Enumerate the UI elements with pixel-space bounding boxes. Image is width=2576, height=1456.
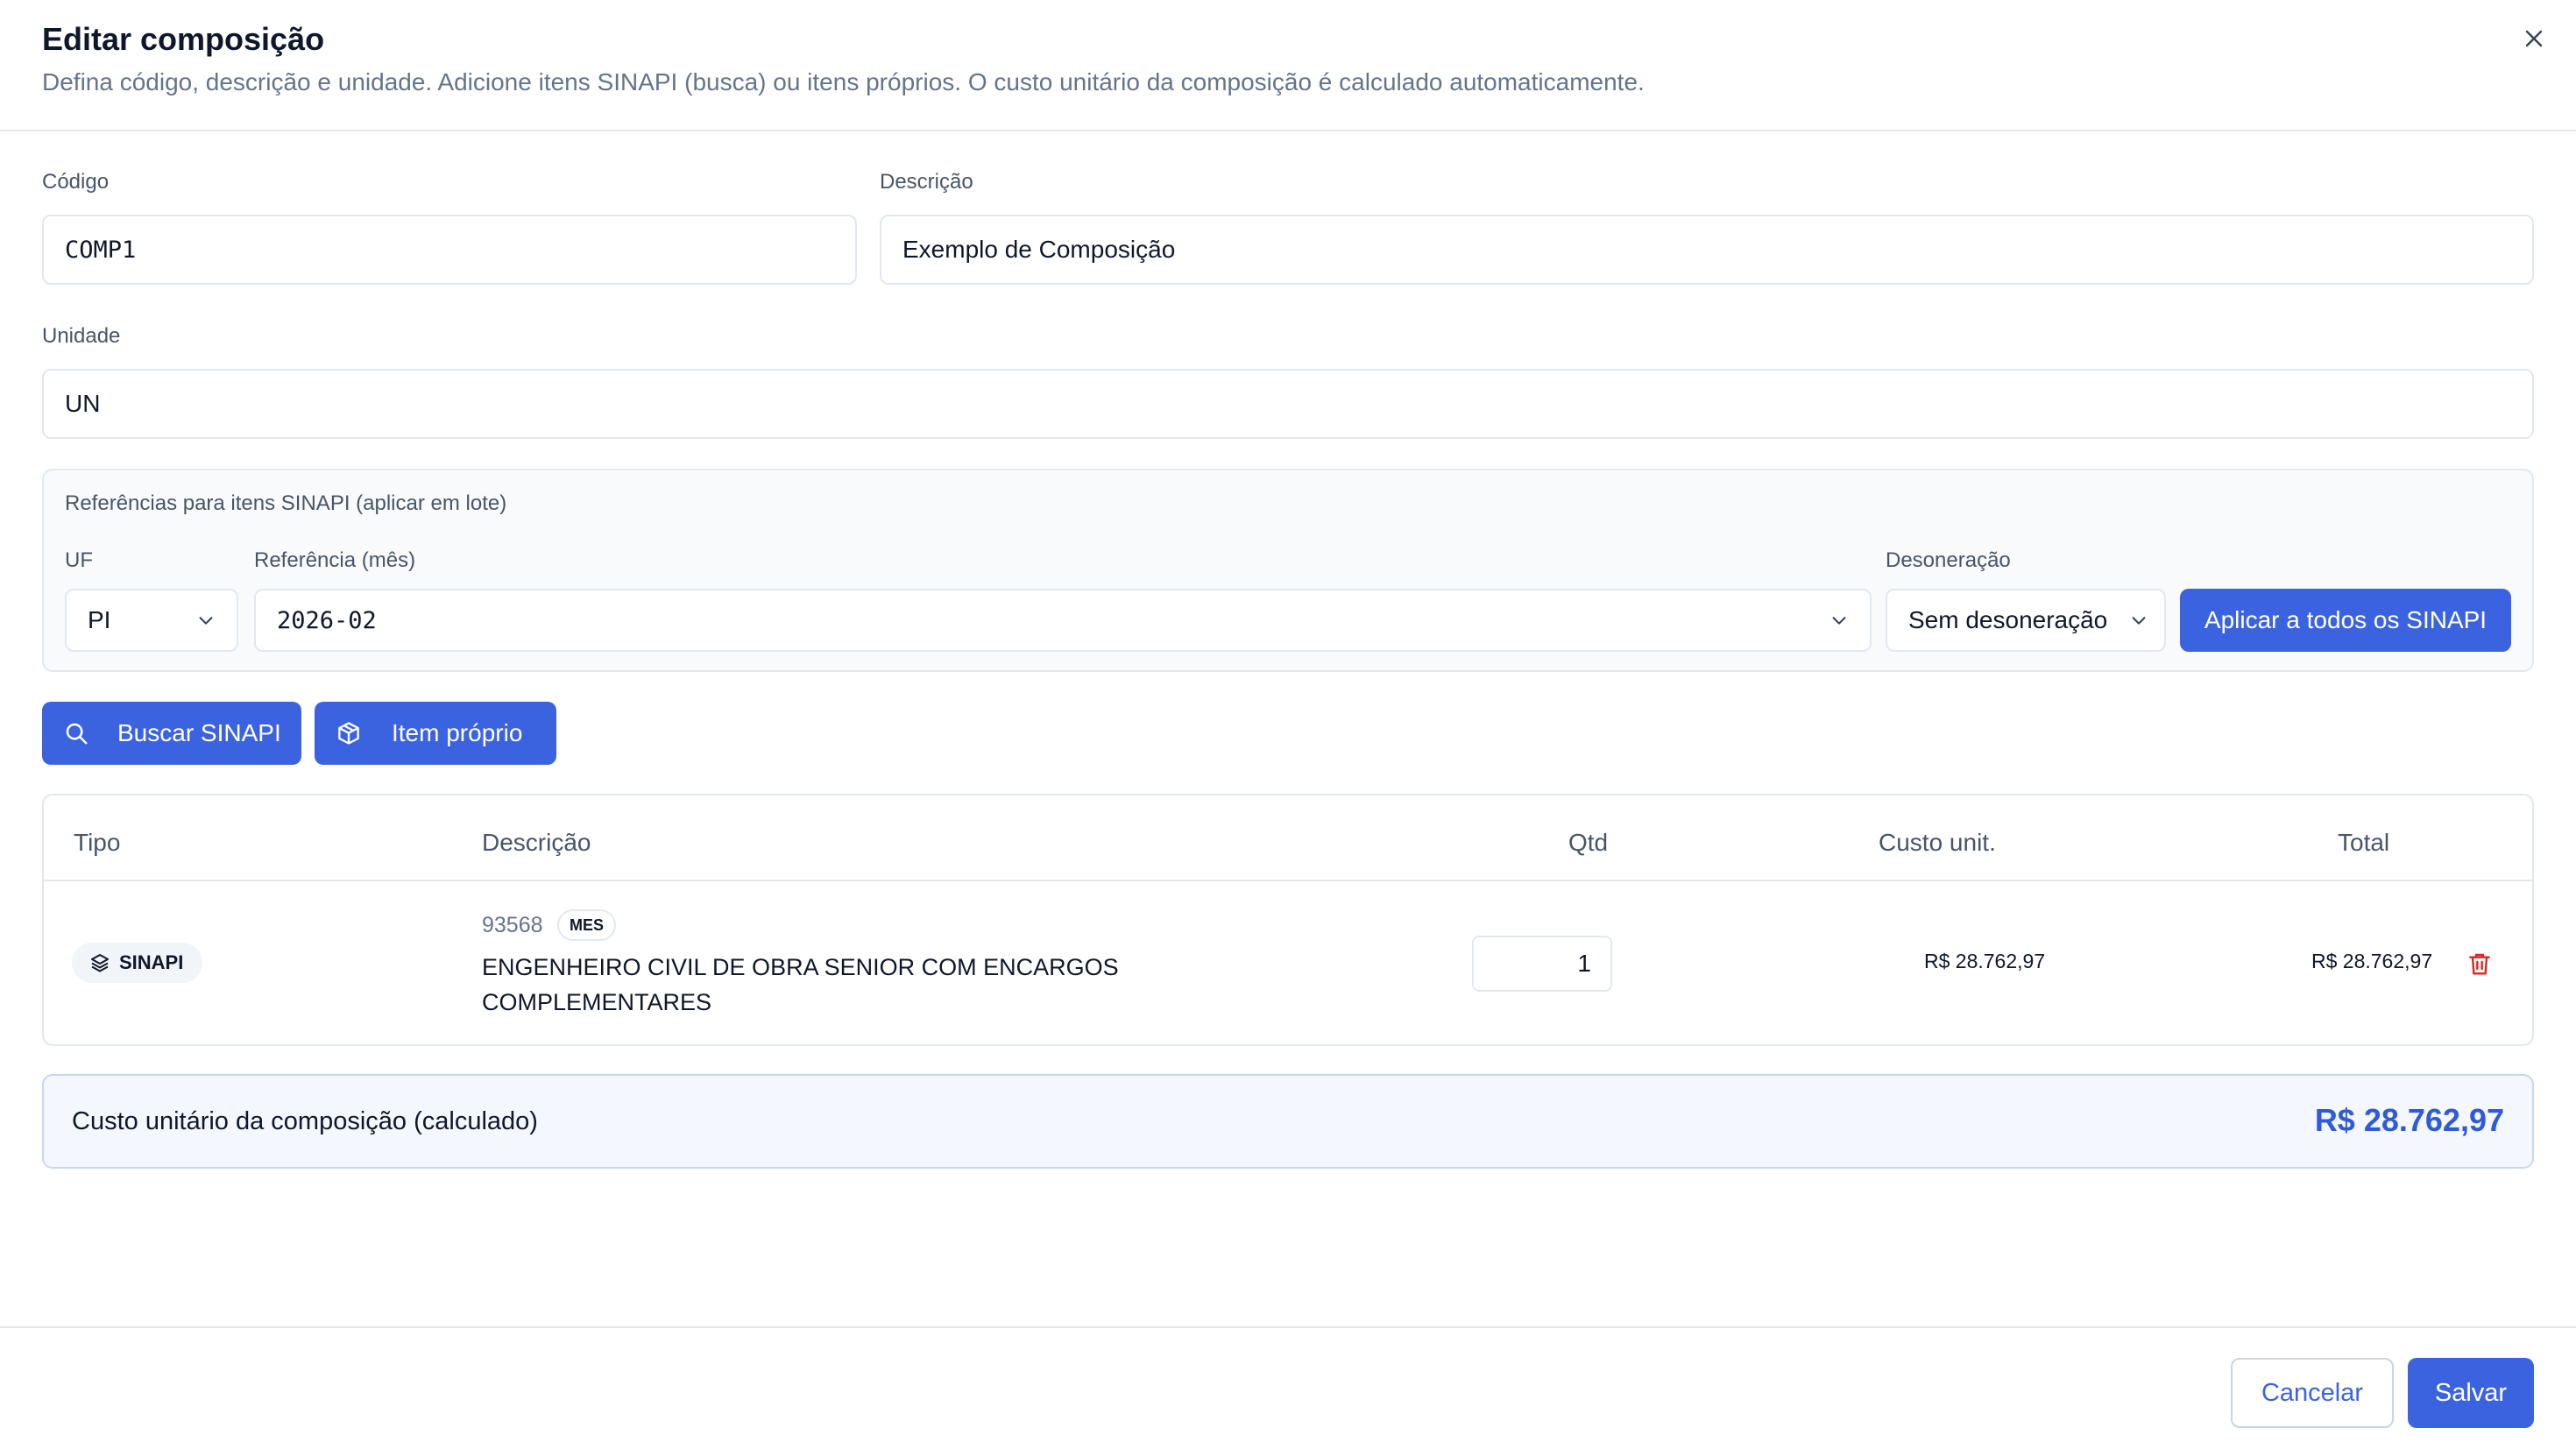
summary-value: R$ 28.762,97 — [2314, 1102, 2504, 1138]
dialog-footer: Cancelar Salvar — [0, 1326, 2576, 1456]
ref-month-select[interactable]: 2026-02 — [254, 589, 1872, 652]
item-total: R$ 28.762,97 — [2311, 950, 2433, 972]
box-icon — [338, 722, 359, 745]
unidade-input[interactable]: UN — [42, 369, 2534, 439]
deson-select[interactable]: Sem desoneração — [1886, 589, 2166, 652]
chevron-down-icon — [2132, 617, 2146, 625]
header-descricao: Descrição — [482, 829, 591, 856]
item-unit-badge: MES — [557, 909, 617, 941]
own-item-label: Item próprio — [392, 719, 523, 746]
uf-label: UF — [65, 548, 93, 572]
close-icon — [2525, 30, 2543, 47]
codigo-label: Código — [42, 170, 110, 194]
unidade-label: Unidade — [42, 324, 121, 348]
deson-label: Desoneração — [1886, 548, 2011, 572]
item-unit-cost: R$ 28.762,97 — [1924, 950, 2046, 972]
item-description: ENGENHEIRO CIVIL DE OBRA SENIOR COM ENCA… — [482, 954, 1119, 1015]
trash-icon — [2469, 953, 2490, 975]
ref-label: Referência (mês) — [254, 548, 416, 572]
sinapi-references-panel: Referências para itens SINAPI (aplicar e… — [42, 469, 2534, 672]
layers-icon — [91, 954, 109, 972]
type-badge: SINAPI — [72, 943, 203, 983]
dialog-subtitle: Defina código, descrição e unidade. Adic… — [42, 68, 1645, 95]
edit-composition-dialog: Editar composição Defina código, descriç… — [0, 0, 2576, 1456]
header-total: Total — [2338, 829, 2390, 856]
composition-cost-summary: Custo unitário da composição (calculado)… — [42, 1074, 2534, 1169]
search-sinapi-button[interactable]: Buscar SINAPI — [42, 702, 301, 765]
table-header-divider — [44, 880, 2532, 881]
header-custo-unit: Custo unit. — [1879, 829, 1996, 856]
summary-label: Custo unitário da composição (calculado) — [72, 1107, 538, 1135]
uf-select[interactable]: PI — [65, 589, 238, 652]
search-icon — [66, 723, 88, 745]
quantity-input[interactable]: 1 — [1472, 936, 1612, 992]
ref-month-value: 2026-02 — [277, 606, 377, 634]
deson-value: Sem desoneração — [1908, 606, 2108, 633]
type-badge-label: SINAPI — [119, 951, 184, 973]
item-code: 93568 — [482, 913, 543, 937]
dialog-header: Editar composição Defina código, descriç… — [0, 0, 2576, 131]
own-item-button[interactable]: Item próprio — [315, 702, 556, 765]
cancel-button[interactable]: Cancelar — [2231, 1358, 2394, 1428]
header-tipo: Tipo — [74, 829, 121, 856]
references-title: Referências para itens SINAPI (aplicar e… — [65, 491, 507, 515]
delete-item-button[interactable] — [2462, 946, 2497, 981]
uf-value: PI — [88, 606, 111, 633]
descricao-input[interactable]: Exemplo de Composição — [880, 215, 2534, 285]
items-table: Tipo Descrição Qtd Custo unit. Total SIN… — [42, 794, 2534, 1046]
descricao-label: Descrição — [880, 170, 973, 194]
apply-all-sinapi-button[interactable]: Aplicar a todos os SINAPI — [2180, 589, 2511, 652]
chevron-down-icon — [1832, 617, 1846, 625]
chevron-down-icon — [199, 617, 213, 625]
close-button[interactable] — [2516, 21, 2551, 56]
header-qtd: Qtd — [1568, 829, 1609, 856]
search-sinapi-label: Buscar SINAPI — [117, 719, 281, 746]
dialog-title: Editar composição — [42, 21, 325, 57]
codigo-input[interactable]: COMP1 — [42, 215, 857, 285]
save-button[interactable]: Salvar — [2408, 1358, 2534, 1428]
